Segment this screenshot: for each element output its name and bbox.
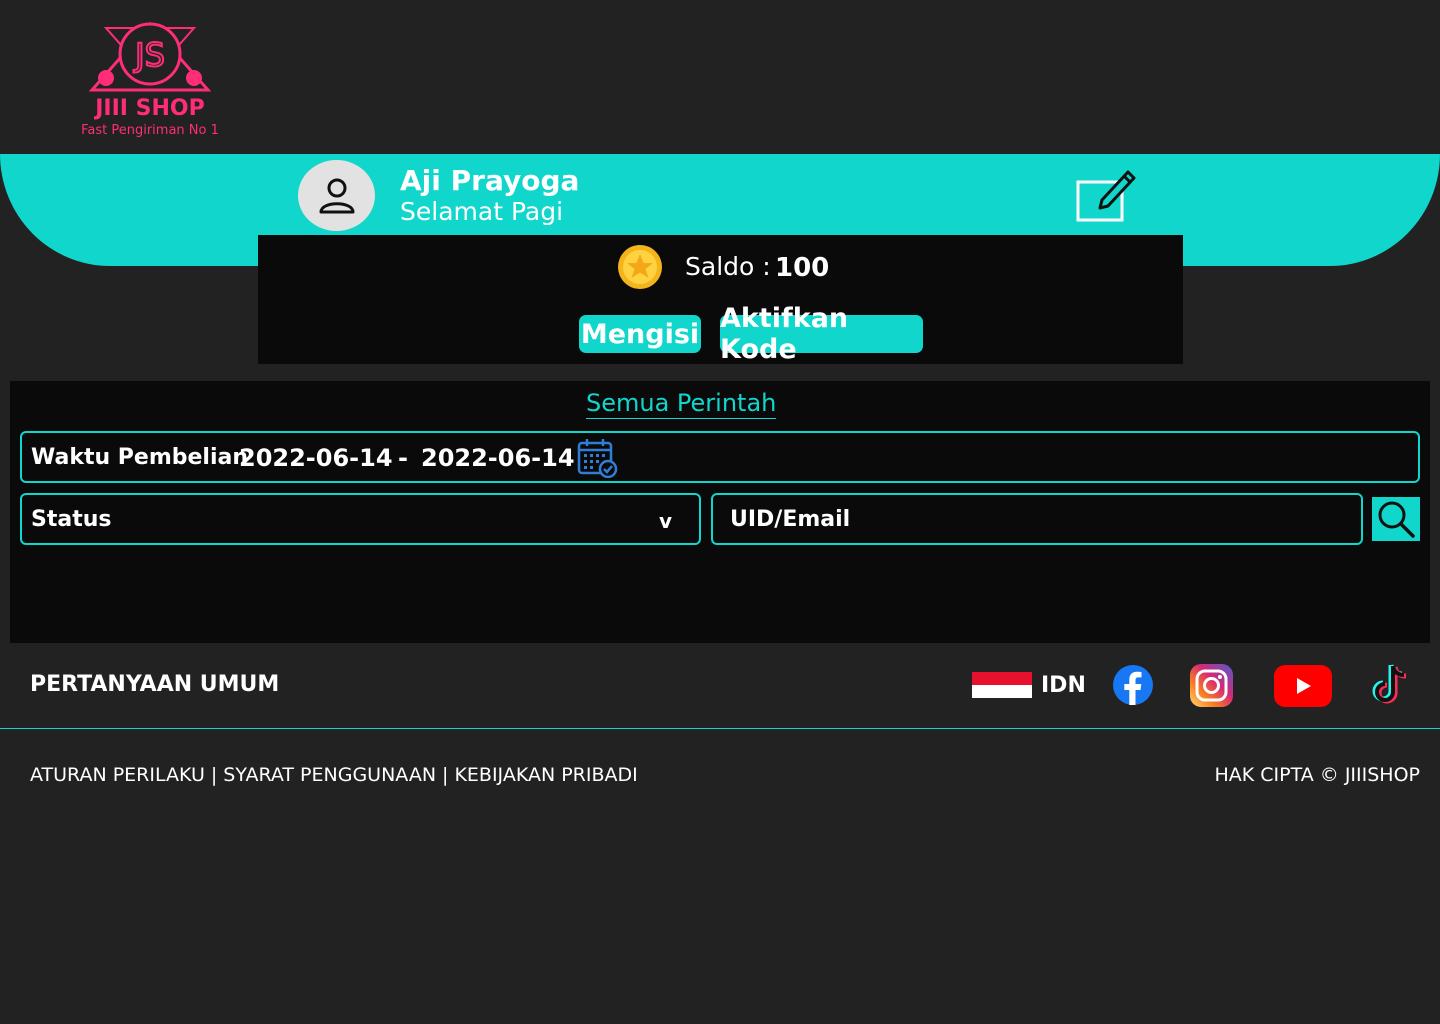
uid-email-input[interactable]: UID/Email xyxy=(711,493,1363,545)
edit-profile-button[interactable] xyxy=(1074,168,1138,224)
faq-link[interactable]: PERTANYAAN UMUM xyxy=(30,672,279,697)
logo-emblem: JS xyxy=(88,21,212,92)
logo-tagline: Fast Pengiriman No 1 xyxy=(81,123,219,138)
coin-star-icon xyxy=(618,245,662,289)
youtube-icon[interactable] xyxy=(1274,665,1332,707)
date-separator: - xyxy=(398,444,408,472)
balance-label: Saldo : xyxy=(685,252,771,281)
user-name: Aji Prayoga xyxy=(400,164,580,197)
link-separator: | xyxy=(210,764,218,786)
orders-panel: Semua Perintah Waktu Pembelian 2022-06-1… xyxy=(10,381,1430,643)
user-icon xyxy=(319,178,354,213)
copyright-text: HAK CIPTA © JIIISHOP xyxy=(1214,764,1421,786)
activate-code-button[interactable]: Aktifkan Kode xyxy=(720,303,923,365)
calendar-icon[interactable] xyxy=(577,438,619,478)
status-select-label: Status xyxy=(31,507,112,532)
code-of-conduct-link[interactable]: ATURAN PERILAKU xyxy=(30,764,205,786)
link-separator: | xyxy=(442,764,449,786)
logo[interactable]: JS JIII SHOP Fast Pengiriman No 1 xyxy=(60,18,240,140)
footer-divider xyxy=(0,728,1440,729)
purchase-date-filter: Waktu Pembelian 2022-06-14 - 2022-06-14 xyxy=(20,431,1420,483)
indonesia-flag-icon xyxy=(972,672,1032,698)
instagram-icon[interactable] xyxy=(1189,663,1234,708)
date-from-field[interactable]: 2022-06-14 xyxy=(239,444,393,472)
balance-value: 100 xyxy=(775,253,830,283)
logo-brand: JIII SHOP xyxy=(95,96,205,121)
logo-monogram: JS xyxy=(133,36,165,74)
uid-email-placeholder: UID/Email xyxy=(730,507,851,532)
wallet-panel: Saldo : 100 Mengisi Aktifkan Kode xyxy=(258,235,1183,365)
language-selector[interactable]: IDN xyxy=(1041,673,1086,698)
greeting: Selamat Pagi xyxy=(400,197,564,226)
facebook-icon[interactable] xyxy=(1112,664,1154,706)
search-button[interactable] xyxy=(1372,497,1420,541)
avatar[interactable] xyxy=(298,160,375,231)
chevron-down-icon: v xyxy=(659,509,673,533)
legal-links: ATURAN PERILAKU | SYARAT PENGGUNAAN | KEBIJA… xyxy=(30,764,638,786)
privacy-policy-link[interactable]: KEBIJAKAN PRIBADI xyxy=(454,764,637,786)
edit-icon xyxy=(1076,170,1136,222)
tiktok-icon[interactable] xyxy=(1368,662,1414,708)
topup-button[interactable]: Mengisi xyxy=(579,315,701,353)
search-icon xyxy=(1378,501,1415,538)
tab-all-orders[interactable]: Semua Perintah xyxy=(586,389,777,419)
status-select[interactable]: Status v xyxy=(20,493,701,545)
terms-of-use-link[interactable]: SYARAT PENGGUNAAN xyxy=(223,764,436,786)
date-filter-label: Waktu Pembelian xyxy=(31,445,249,470)
date-to-field[interactable]: 2022-06-14 xyxy=(421,444,575,472)
